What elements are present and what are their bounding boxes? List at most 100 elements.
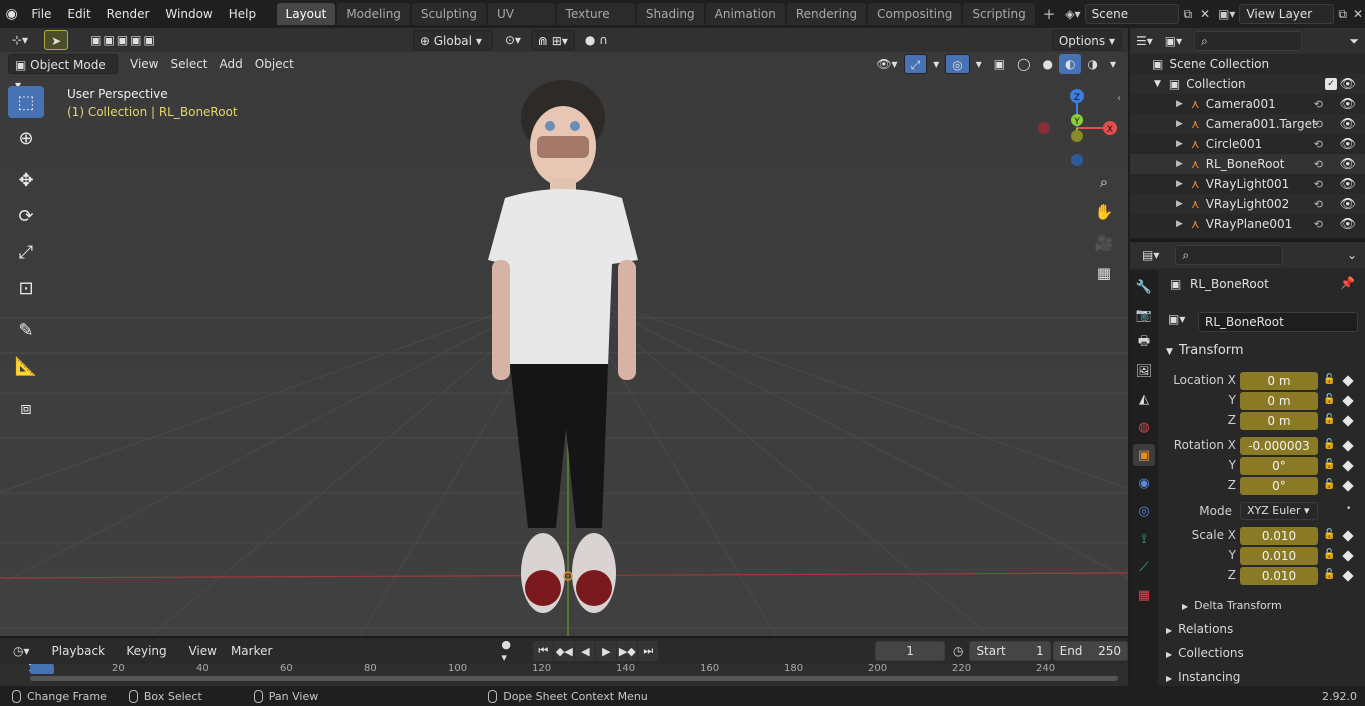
transform-orientation-dropdown[interactable]: ⊕ Global ▾ bbox=[412, 30, 493, 50]
modifier-tab-icon[interactable]: ◉ bbox=[1133, 472, 1155, 494]
shading-material-icon[interactable]: ◐ bbox=[1059, 54, 1082, 74]
eye-icon[interactable]: 👁 bbox=[1339, 77, 1356, 92]
sidebar-toggle-icon[interactable]: ‹ bbox=[1117, 93, 1121, 104]
marker-menu[interactable]: Marker bbox=[224, 641, 279, 661]
rotation-mode-dropdown[interactable]: XYZ Euler ▾ bbox=[1240, 502, 1318, 520]
outliner-item[interactable]: ▶ ⋏ Circle001 ⟲ 👁 bbox=[1130, 134, 1365, 154]
select-mode-icons[interactable]: ▣▣▣▣▣ bbox=[84, 30, 163, 50]
end-frame-field[interactable]: End 250 bbox=[1052, 641, 1129, 661]
eye-icon[interactable]: 👁 bbox=[1339, 97, 1356, 112]
tab-animation[interactable]: Animation bbox=[705, 3, 785, 25]
output-tab-icon[interactable]: 🖶 bbox=[1133, 332, 1155, 354]
camera-view-icon[interactable]: 🎥 bbox=[1091, 230, 1117, 256]
filter-icon[interactable]: ⏷ bbox=[1349, 34, 1359, 49]
next-keyframe-icon[interactable]: ▶◆ bbox=[617, 641, 638, 661]
collection-expand-icon[interactable]: ▼ bbox=[1154, 79, 1161, 89]
tab-uv-editing[interactable]: UV Editing bbox=[487, 3, 555, 43]
options-dropdown[interactable]: Options ▾ bbox=[1051, 30, 1122, 50]
scene-collection-row[interactable]: ▣ Scene Collection bbox=[1130, 54, 1365, 74]
lock-icon[interactable]: 🔓 bbox=[1323, 394, 1335, 405]
location-x-field[interactable]: 0 m bbox=[1240, 372, 1318, 390]
keyframe-diamond-icon[interactable] bbox=[1342, 375, 1354, 387]
pivot-icon[interactable]: ⊙▾ bbox=[499, 30, 527, 50]
keyframe-diamond-icon[interactable] bbox=[1342, 550, 1354, 562]
expand-arrow-icon[interactable]: ▶ bbox=[1176, 139, 1183, 149]
shading-dropdown-icon[interactable]: ▾ bbox=[1104, 54, 1122, 74]
keyframe-diamond-icon[interactable] bbox=[1342, 530, 1354, 542]
cursor-tool-icon[interactable]: ⊕ bbox=[8, 122, 44, 154]
relations-panel-header[interactable]: ▶ Relations bbox=[1166, 622, 1233, 636]
lock-icon[interactable]: 🔓 bbox=[1323, 439, 1335, 450]
collections-panel-header[interactable]: ▶ Collections bbox=[1166, 646, 1244, 660]
keyframe-diamond-icon[interactable] bbox=[1342, 570, 1354, 582]
perspective-toggle-icon[interactable]: ▦ bbox=[1091, 260, 1117, 286]
menu-file[interactable]: File bbox=[23, 0, 59, 28]
shading-wireframe-icon[interactable]: ◯ bbox=[1011, 54, 1036, 74]
eye-icon[interactable]: 👁 bbox=[1339, 217, 1356, 232]
eye-icon[interactable]: 👁 bbox=[1339, 117, 1356, 132]
view-layer-field[interactable]: View Layer bbox=[1239, 4, 1335, 24]
timeline-scrollbar[interactable] bbox=[30, 676, 1118, 681]
tab-sculpting[interactable]: Sculpting bbox=[411, 3, 486, 25]
physics-tab-icon[interactable]: ◎ bbox=[1133, 500, 1155, 522]
menu-help[interactable]: Help bbox=[221, 0, 264, 28]
menu-window[interactable]: Window bbox=[157, 0, 220, 28]
select-tool-icon[interactable]: ➤ bbox=[44, 30, 69, 50]
display-mode-icon[interactable]: ▣▾ bbox=[1165, 34, 1182, 48]
object-name-field[interactable]: RL_BoneRoot bbox=[1198, 312, 1358, 332]
rotation-z-field[interactable]: 0° bbox=[1240, 477, 1318, 495]
outliner-item[interactable]: ▶ ⋏ Camera001 ⟲ 👁 bbox=[1130, 94, 1365, 114]
outliner-item[interactable]: ▶ ⋏ VRayLight002 ⟲ 👁 bbox=[1130, 194, 1365, 214]
annotate-tool-icon[interactable]: ✎ bbox=[8, 314, 44, 346]
menu-select[interactable]: Select bbox=[164, 54, 213, 74]
instancing-panel-header[interactable]: ▶ Instancing bbox=[1166, 670, 1240, 684]
select-box-tool-icon[interactable]: ⬚ bbox=[8, 86, 44, 118]
menu-add[interactable]: Add bbox=[214, 54, 249, 74]
xray-icon[interactable]: ▣ bbox=[988, 54, 1011, 74]
rotate-tool-icon[interactable]: ⟳ bbox=[8, 200, 44, 232]
object-data-dropdown-icon[interactable]: ▣▾ bbox=[1168, 312, 1185, 326]
blender-logo-icon[interactable]: ◉ bbox=[0, 6, 23, 22]
prev-keyframe-icon[interactable]: ◆◀ bbox=[554, 641, 575, 661]
scale-y-field[interactable]: 0.010 bbox=[1240, 547, 1318, 565]
rotation-y-field[interactable]: 0° bbox=[1240, 457, 1318, 475]
scene-selector-icon[interactable]: ◈▾ bbox=[1061, 7, 1084, 21]
outliner-editor-type-icon[interactable]: ☰▾ bbox=[1136, 34, 1153, 48]
play-reverse-icon[interactable]: ◀ bbox=[575, 641, 596, 661]
tab-texture-paint[interactable]: Texture Paint bbox=[556, 3, 635, 43]
texture-tab-icon[interactable]: ▦ bbox=[1133, 584, 1155, 606]
start-frame-field[interactable]: Start 1 bbox=[969, 641, 1051, 661]
eye-icon[interactable]: 👁 bbox=[1339, 177, 1356, 192]
transform-panel-header[interactable]: ▼ Transform bbox=[1166, 343, 1244, 358]
expand-arrow-icon[interactable]: ▶ bbox=[1176, 219, 1183, 229]
keyframe-diamond-icon[interactable] bbox=[1342, 460, 1354, 472]
eye-icon[interactable]: 👁 bbox=[1339, 137, 1356, 152]
keyframe-diamond-icon[interactable] bbox=[1342, 395, 1354, 407]
jump-end-icon[interactable]: ⏭ bbox=[638, 641, 659, 661]
add-workspace-icon[interactable]: + bbox=[1037, 5, 1062, 23]
expand-arrow-icon[interactable]: ▶ bbox=[1176, 119, 1183, 129]
eye-icon[interactable]: 👁 bbox=[1339, 197, 1356, 212]
keyframe-diamond-icon[interactable] bbox=[1342, 440, 1354, 452]
record-icon[interactable]: ● ▾ bbox=[501, 638, 519, 664]
outliner-item[interactable]: ▶ ⋏ RL_BoneRoot ⟲ 👁 bbox=[1130, 154, 1365, 174]
gizmo-dropdown-icon[interactable]: ▾ bbox=[927, 54, 945, 74]
jump-start-icon[interactable]: ⏮ bbox=[533, 641, 554, 661]
outliner-item[interactable]: ▶ ⋏ VRayLight001 ⟲ 👁 bbox=[1130, 174, 1365, 194]
snap-icon[interactable]: ⋒ ⊞▾ bbox=[530, 30, 575, 50]
expand-arrow-icon[interactable]: ▶ bbox=[1176, 179, 1183, 189]
expand-arrow-icon[interactable]: ▶ bbox=[1176, 199, 1183, 209]
playhead[interactable] bbox=[30, 664, 54, 674]
timeline-editor-type-icon[interactable]: ◷▾ bbox=[6, 641, 37, 661]
view-layer-tab-icon[interactable]: 🖼 bbox=[1133, 360, 1155, 382]
current-frame-field[interactable]: 1 bbox=[875, 641, 945, 661]
preview-range-icon[interactable]: ◷ bbox=[953, 644, 963, 658]
mode-dropdown[interactable]: ▣ Object Mode ▾ bbox=[8, 54, 118, 92]
scale-z-field[interactable]: 0.010 bbox=[1240, 567, 1318, 585]
lock-icon[interactable]: 🔓 bbox=[1323, 374, 1335, 385]
overlay-dropdown-icon[interactable]: ▾ bbox=[970, 54, 988, 74]
tab-compositing[interactable]: Compositing bbox=[868, 3, 962, 25]
tab-shading[interactable]: Shading bbox=[636, 3, 704, 25]
menu-view[interactable]: View bbox=[124, 54, 164, 74]
new-scene-icon[interactable]: ⧉ bbox=[1179, 7, 1196, 22]
